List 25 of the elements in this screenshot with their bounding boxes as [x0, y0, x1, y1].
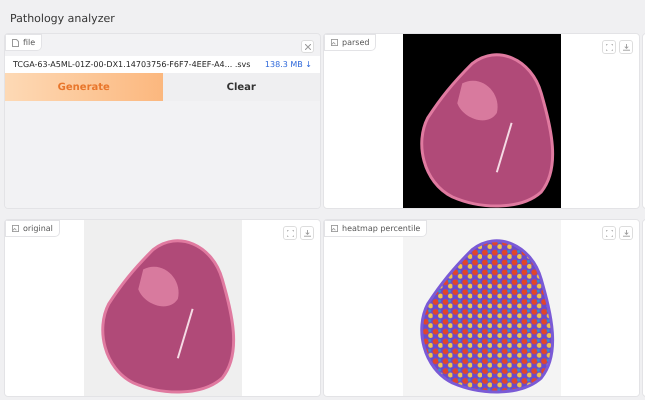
panel-label-text: file: [23, 38, 36, 47]
panel-label-text: original: [23, 224, 53, 233]
file-icon: [12, 38, 19, 46]
close-icon: [304, 44, 310, 50]
download-icon: [304, 230, 310, 236]
fullscreen-button[interactable]: [283, 226, 297, 240]
panel-label-text: heatmap percentile: [342, 224, 420, 233]
image-icon: [331, 225, 338, 232]
image-icon: [12, 225, 19, 232]
file-name: TCGA-63-A5ML-01Z-00-DX1.14703756-F6F7-4EEF-A4... .svs: [13, 60, 250, 69]
fullscreen-button[interactable]: [602, 226, 616, 240]
fullscreen-icon: [606, 44, 612, 50]
download-icon: [622, 44, 630, 50]
download-button[interactable]: [619, 40, 633, 54]
download-button[interactable]: [619, 226, 633, 240]
fullscreen-icon: [606, 230, 612, 236]
close-button[interactable]: [301, 40, 314, 53]
app-title: Pathology analyzer: [9, 11, 116, 27]
file-size-link[interactable]: 138.3 MB ↓: [264, 60, 312, 69]
fullscreen-icon: [286, 230, 294, 236]
download-button[interactable]: [300, 226, 314, 240]
panel-label-text: parsed: [342, 38, 370, 47]
fullscreen-button[interactable]: [602, 40, 616, 54]
download-icon: [622, 230, 630, 236]
image-icon: [331, 39, 338, 46]
